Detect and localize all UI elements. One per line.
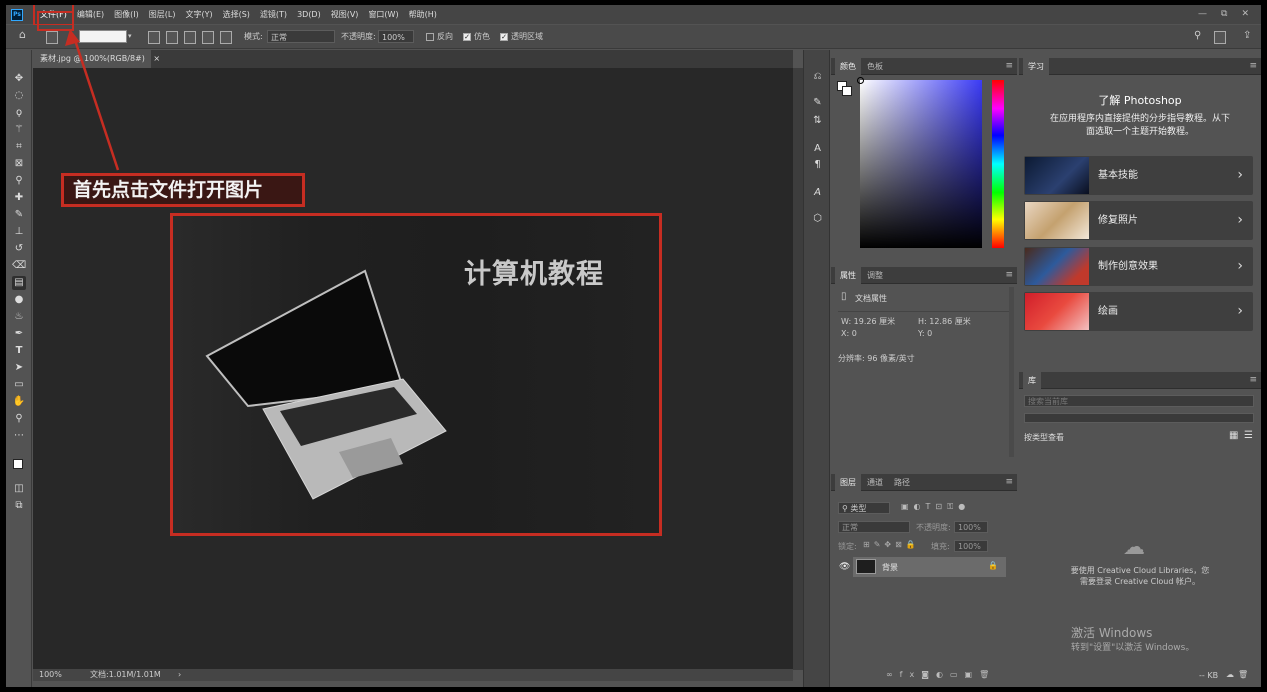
annotation-arrow-icon — [65, 29, 120, 171]
annotation-callout: 首先点击文件打开图片 — [61, 173, 305, 207]
photoshop-window: Ps 文件(F) 编辑(E) 图像(I) 图层(L) 文字(Y) 选择(S) 滤… — [6, 5, 1261, 687]
